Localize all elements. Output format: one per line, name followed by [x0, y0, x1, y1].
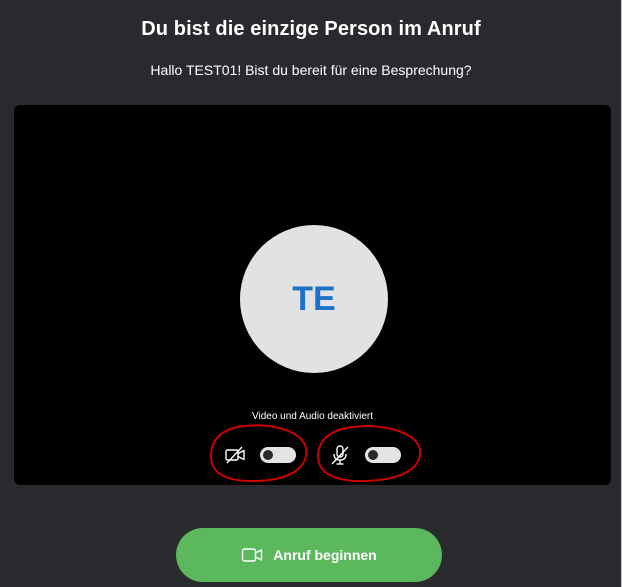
prejoin-panel: Du bist die einzige Person im Anruf Hall… — [0, 0, 622, 587]
toggle-knob — [263, 450, 273, 460]
microphone-off-icon[interactable] — [329, 444, 351, 466]
start-call-label: Anruf beginnen — [273, 547, 377, 563]
microphone-control — [329, 440, 401, 470]
avatar-initials: TE — [292, 279, 336, 318]
greeting-text: Hallo TEST01! Bist du bereit für eine Be… — [150, 62, 472, 78]
page-title: Du bist die einzige Person im Anruf — [141, 18, 481, 40]
start-call-button[interactable]: Anruf beginnen — [176, 528, 442, 582]
camera-toggle[interactable] — [260, 447, 296, 463]
video-camera-icon — [242, 548, 263, 562]
video-preview: TE Video und Audio deaktiviert — [14, 105, 611, 485]
microphone-toggle[interactable] — [365, 447, 401, 463]
camera-off-icon[interactable] — [224, 444, 246, 466]
camera-control — [224, 440, 296, 470]
avatar: TE — [240, 225, 388, 373]
toggle-knob — [368, 450, 378, 460]
media-status-text: Video und Audio deaktiviert — [251, 411, 373, 422]
